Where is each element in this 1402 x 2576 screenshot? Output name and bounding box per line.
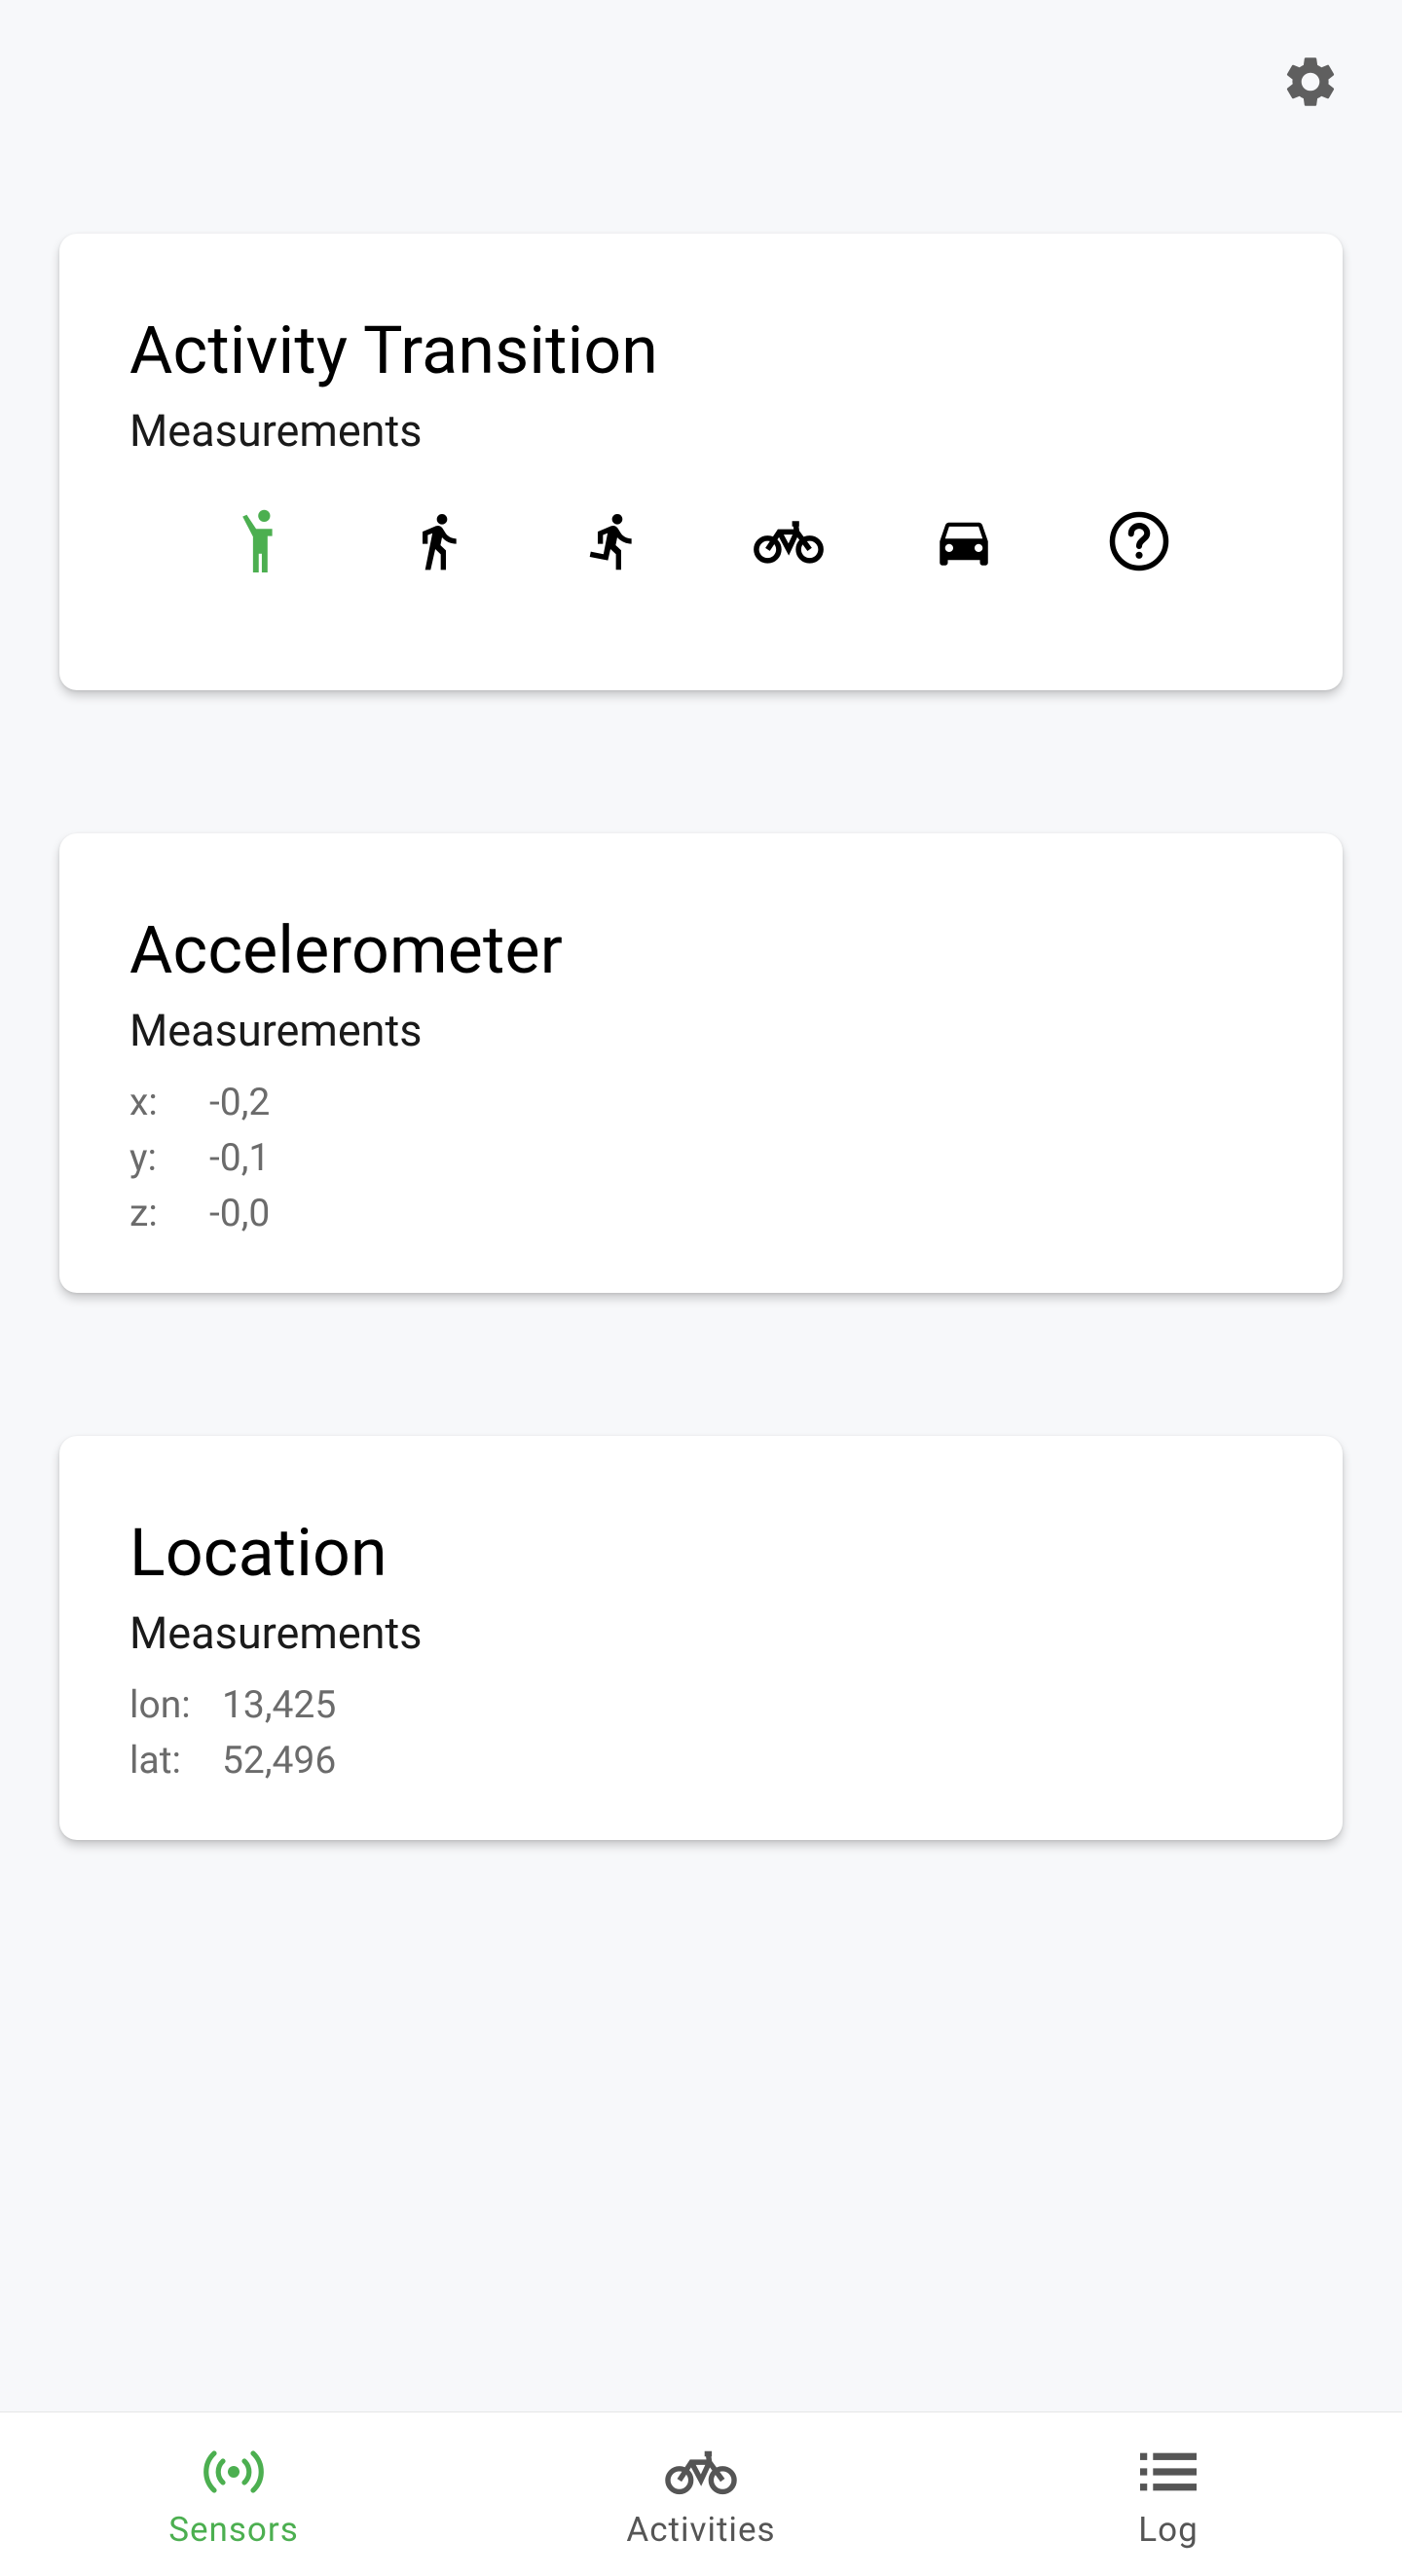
still-activity-button[interactable] bbox=[228, 506, 298, 576]
accelerometer-card: Accelerometer Measurements x: -0,2 y: -0… bbox=[59, 833, 1343, 1293]
unknown-activity-button[interactable] bbox=[1104, 506, 1174, 576]
location-lat-value: 52,496 bbox=[222, 1737, 337, 1783]
location-measurements: lon: 13,425 lat: 52,496 bbox=[129, 1676, 1273, 1787]
unknown-icon bbox=[1109, 511, 1169, 571]
settings-button[interactable] bbox=[1279, 51, 1342, 113]
accelerometer-card-subtitle: Measurements bbox=[129, 1005, 423, 1056]
location-row-lon: lon: 13,425 bbox=[129, 1676, 1273, 1732]
sensors-icon bbox=[203, 2450, 264, 2493]
sensors-screen: Activity Transition Measurements Acceler… bbox=[0, 0, 1402, 2576]
location-lon-label: lon: bbox=[129, 1681, 191, 1727]
accelerometer-measurements: x: -0,2 y: -0,1 z: -0,0 bbox=[129, 1074, 1273, 1240]
still-icon bbox=[242, 509, 273, 572]
location-card-title: Location bbox=[129, 1514, 387, 1592]
running-activity-button[interactable] bbox=[578, 506, 648, 576]
activity-card-subtitle: Measurements bbox=[129, 405, 423, 457]
walking-activity-button[interactable] bbox=[403, 506, 473, 576]
bicycle-icon bbox=[665, 2450, 737, 2495]
accelerometer-card-title: Accelerometer bbox=[129, 911, 563, 989]
nav-log-icon-wrap bbox=[1140, 2440, 1197, 2504]
accel-row-z: z: -0,0 bbox=[129, 1185, 1273, 1240]
accel-z-value: -0,0 bbox=[209, 1190, 271, 1235]
location-lat-label: lat: bbox=[129, 1737, 181, 1783]
nav-sensors-icon-wrap bbox=[203, 2440, 265, 2504]
car-icon bbox=[940, 522, 988, 566]
nav-item-sensors[interactable]: Sensors bbox=[88, 2412, 380, 2576]
location-card: Location Measurements lon: 13,425 lat: 5… bbox=[59, 1436, 1343, 1840]
accel-x-value: -0,2 bbox=[209, 1079, 271, 1124]
nav-item-log[interactable]: Log bbox=[1022, 2412, 1314, 2576]
gear-icon bbox=[1286, 57, 1335, 106]
activity-transition-card: Activity Transition Measurements bbox=[59, 234, 1343, 690]
car-activity-button[interactable] bbox=[929, 506, 999, 576]
accel-z-label: z: bbox=[129, 1190, 158, 1235]
walking-icon bbox=[423, 514, 457, 570]
bicycle-icon bbox=[754, 521, 824, 564]
bottom-navigation: Sensors Activities Log bbox=[0, 2411, 1402, 2576]
nav-sensors-label: Sensors bbox=[168, 2510, 299, 2550]
location-card-subtitle: Measurements bbox=[129, 1607, 423, 1659]
accel-row-x: x: -0,2 bbox=[129, 1074, 1273, 1129]
list-icon bbox=[1140, 2452, 1197, 2491]
nav-activities-icon-wrap bbox=[665, 2440, 737, 2504]
nav-item-activities[interactable]: Activities bbox=[555, 2412, 847, 2576]
bicycle-activity-button[interactable] bbox=[754, 506, 824, 576]
activity-card-title: Activity Transition bbox=[129, 312, 659, 389]
nav-activities-label: Activities bbox=[626, 2510, 776, 2550]
accel-row-y: y: -0,1 bbox=[129, 1129, 1273, 1185]
accel-y-label: y: bbox=[129, 1134, 157, 1180]
location-lon-value: 13,425 bbox=[222, 1681, 337, 1727]
location-row-lat: lat: 52,496 bbox=[129, 1732, 1273, 1787]
nav-log-label: Log bbox=[1138, 2510, 1199, 2550]
accel-x-label: x: bbox=[129, 1079, 158, 1124]
running-icon bbox=[589, 513, 632, 570]
accel-y-value: -0,1 bbox=[209, 1134, 271, 1180]
